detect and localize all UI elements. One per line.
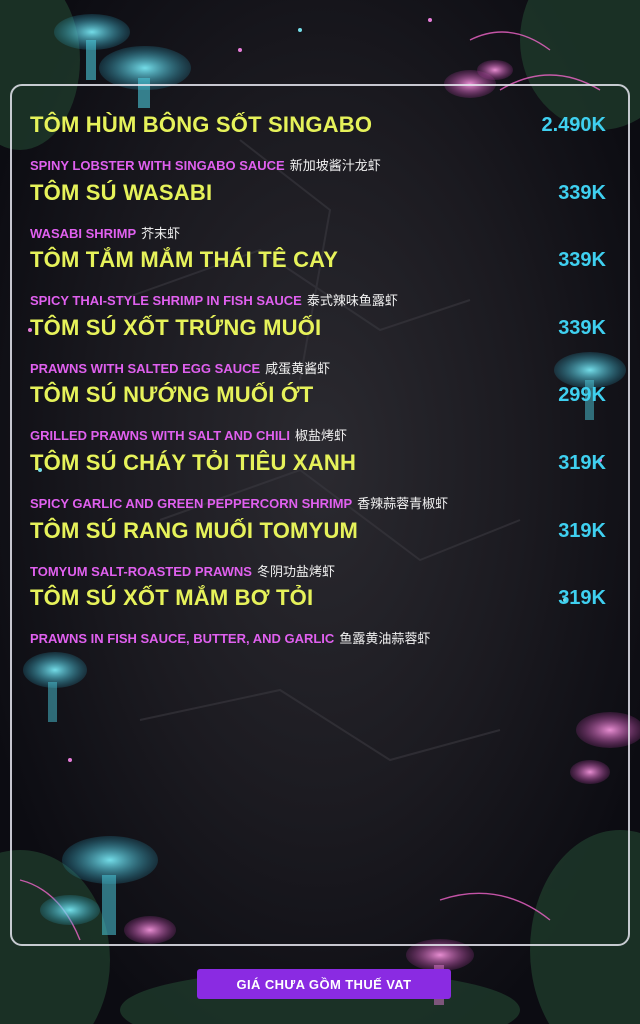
dish-name-vi: TÔM SÚ CHÁY TỎI TIÊU XANH (30, 449, 357, 475)
menu-item: TÔM SÚ WASABI 339K WASABI SHRIMP 芥末虾 (30, 180, 610, 248)
dish-price: 319K (558, 587, 606, 610)
menu-item: TÔM HÙM BÔNG SỐT SINGABO 2.490K SPINY LO… (30, 112, 610, 180)
dish-price: 2.490K (541, 114, 607, 136)
dish-name-zh: 泰式辣味鱼露虾 (306, 294, 398, 310)
dish-name-en: SPICY THAI-STYLE SHRIMP IN FISH SAUCE (30, 293, 302, 309)
dish-name-vi: TÔM SÚ XỐT TRỨNG MUỐI (30, 314, 322, 340)
dish-price: 339K (558, 181, 606, 204)
dish-name-zh: 新加坡酱汁龙虾 (289, 159, 381, 174)
menu-list: TÔM HÙM BÔNG SỐT SINGABO 2.490K SPINY LO… (30, 112, 610, 653)
dish-name-en-line: PRAWNS IN FISH SAUCE, BUTTER, AND GARLIC… (30, 628, 430, 647)
vat-note-badge: GIÁ CHƯA GỒM THUẾ VAT (197, 969, 451, 999)
dish-name-zh: 芥末虾 (141, 226, 181, 242)
dish-name-zh: 冬阴功盐烤虾 (256, 564, 335, 580)
dish-price: 319K (558, 451, 606, 474)
dish-name-zh: 椒盐烤虾 (294, 429, 347, 445)
menu-item: TÔM TẮM MẮM THÁI TÊ CAY 339K SPICY THAI-… (30, 247, 610, 315)
dish-name-vi: TÔM SÚ XỐT MẮM BƠ TỎI (30, 585, 314, 611)
dish-name-en-line: PRAWNS WITH SALTED EGG SAUCE 咸蛋黄酱虾 (30, 358, 330, 377)
dish-name-vi: TÔM SÚ NƯỚNG MUỐI ỚT (30, 382, 314, 408)
dish-name-en: WASABI SHRIMP (30, 225, 137, 241)
menu-item: TÔM SÚ XỐT MẮM BƠ TỎI 319K PRAWNS IN FIS… (30, 585, 610, 653)
dish-name-en-line: SPICY THAI-STYLE SHRIMP IN FISH SAUCE 泰式辣… (30, 290, 398, 309)
menu-item: TÔM SÚ NƯỚNG MUỐI ỚT 299K GRILLED PRAWNS… (30, 382, 610, 450)
dish-price: 299K (558, 384, 606, 407)
dish-name-zh: 香辣蒜蓉青椒虾 (357, 496, 449, 512)
dish-name-zh: 鱼露黄油蒜蓉虾 (339, 632, 431, 648)
menu-item: TÔM SÚ XỐT TRỨNG MUỐI 339K PRAWNS WITH S… (30, 315, 610, 383)
dish-name-vi: TÔM TẮM MẮM THÁI TÊ CAY (30, 247, 339, 273)
dish-name-en: SPINY LOBSTER WITH SINGABO SAUCE (30, 158, 285, 173)
dish-name-en: SPICY GARLIC AND GREEN PEPPERCORN SHRIMP (30, 495, 353, 511)
dish-name-vi: TÔM SÚ WASABI (30, 179, 213, 205)
dish-name-vi: TÔM SÚ RANG MUỐI TOMYUM (30, 517, 359, 543)
menu-item: TÔM SÚ CHÁY TỎI TIÊU XANH 319K SPICY GAR… (30, 450, 610, 518)
dish-name-en: TOMYUM SALT-ROASTED PRAWNS (30, 563, 252, 579)
dish-name-en: PRAWNS WITH SALTED EGG SAUCE (30, 360, 261, 376)
dish-name-en-line: GRILLED PRAWNS WITH SALT AND CHILI 椒盐烤虾 (30, 425, 347, 444)
dish-name-en-line: SPINY LOBSTER WITH SINGABO SAUCE 新加坡酱汁龙虾 (30, 155, 381, 174)
dish-price: 339K (558, 316, 606, 339)
dish-name-en: PRAWNS IN FISH SAUCE, BUTTER, AND GARLIC (30, 631, 335, 647)
dish-name-zh: 咸蛋黄酱虾 (265, 361, 331, 377)
menu-item: TÔM SÚ RANG MUỐI TOMYUM 319K TOMYUM SALT… (30, 518, 610, 586)
dish-name-vi: TÔM HÙM BÔNG SỐT SINGABO (30, 112, 373, 137)
dish-name-en-line: WASABI SHRIMP 芥末虾 (30, 223, 180, 242)
dish-name-en-line: TOMYUM SALT-ROASTED PRAWNS 冬阴功盐烤虾 (30, 561, 335, 580)
dish-name-en-line: SPICY GARLIC AND GREEN PEPPERCORN SHRIMP… (30, 493, 448, 512)
dish-price: 319K (558, 519, 606, 542)
dish-price: 339K (558, 249, 606, 272)
dish-name-en: GRILLED PRAWNS WITH SALT AND CHILI (30, 428, 290, 444)
